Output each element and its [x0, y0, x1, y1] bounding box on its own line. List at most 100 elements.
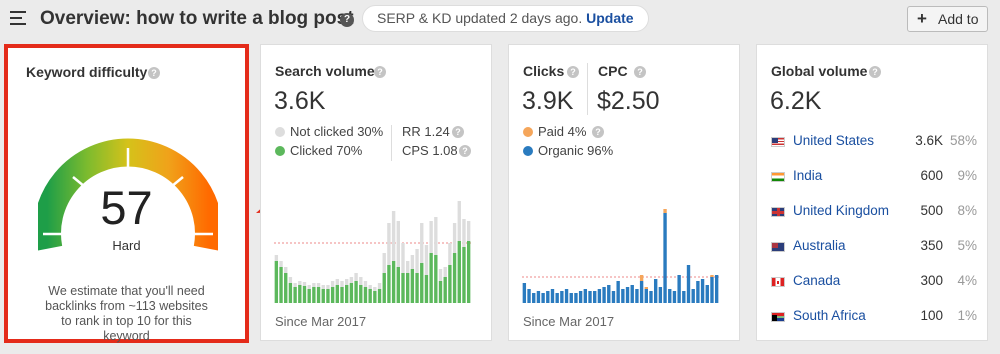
search-volume-bar-not-clicked[interactable] — [312, 283, 316, 287]
clicks-bar-organic[interactable] — [546, 291, 550, 303]
search-volume-bar-not-clicked[interactable] — [335, 279, 340, 285]
search-volume-bar-clicked[interactable] — [373, 291, 377, 303]
search-volume-bar-clicked[interactable] — [424, 275, 429, 303]
search-volume-bar-not-clicked[interactable] — [298, 281, 302, 285]
clicks-bar-organic[interactable] — [705, 285, 709, 303]
search-volume-bar-clicked[interactable] — [452, 253, 457, 303]
search-volume-bar-not-clicked[interactable] — [330, 281, 335, 287]
help-icon[interactable]: ? — [869, 66, 881, 78]
search-volume-bar-not-clicked[interactable] — [457, 201, 461, 241]
search-volume-bar-clicked[interactable] — [307, 289, 311, 303]
search-volume-bar-not-clicked[interactable] — [349, 277, 354, 283]
clicks-bar-organic[interactable] — [658, 287, 663, 303]
search-volume-bar-clicked[interactable] — [415, 273, 419, 303]
clicks-bar-organic[interactable] — [644, 289, 648, 303]
search-volume-bar-not-clicked[interactable] — [452, 223, 457, 253]
search-volume-bar-not-clicked[interactable] — [462, 219, 466, 247]
search-volume-bar-clicked[interactable] — [284, 273, 288, 303]
search-volume-bar-not-clicked[interactable] — [284, 267, 288, 273]
clicks-bar-organic[interactable] — [560, 291, 564, 303]
clicks-bar-organic[interactable] — [691, 289, 695, 303]
search-volume-bar-clicked[interactable] — [279, 267, 283, 303]
search-volume-bar-not-clicked[interactable] — [274, 255, 279, 261]
search-volume-bar-not-clicked[interactable] — [340, 281, 344, 287]
country-name[interactable]: Canada — [793, 273, 840, 288]
clicks-bar-organic[interactable] — [527, 289, 531, 303]
search-volume-bar-clicked[interactable] — [448, 265, 452, 303]
clicks-bar-organic[interactable] — [588, 291, 592, 303]
search-volume-bar-clicked[interactable] — [457, 241, 461, 303]
search-volume-bar-clicked[interactable] — [302, 286, 307, 303]
help-icon[interactable]: ? — [459, 145, 471, 157]
search-volume-bar-clicked[interactable] — [312, 287, 316, 303]
clicks-bar-organic[interactable] — [710, 277, 714, 303]
add-to-button[interactable]: + Add to — [907, 6, 988, 32]
search-volume-bar-not-clicked[interactable] — [316, 283, 321, 287]
search-volume-bar-not-clicked[interactable] — [279, 261, 283, 267]
clicks-bar-organic[interactable] — [555, 293, 559, 303]
search-volume-bar-not-clicked[interactable] — [448, 243, 452, 265]
clicks-bar-organic[interactable] — [583, 289, 588, 303]
search-volume-bar-not-clicked[interactable] — [396, 221, 400, 267]
clicks-bar-organic[interactable] — [653, 279, 658, 303]
clicks-bar-organic[interactable] — [532, 293, 536, 303]
country-name[interactable]: United States — [793, 133, 874, 148]
search-volume-bar-not-clicked[interactable] — [373, 287, 377, 291]
search-volume-bar-not-clicked[interactable] — [387, 223, 391, 265]
search-volume-bar-not-clicked[interactable] — [302, 282, 307, 286]
clicks-bar-organic[interactable] — [635, 289, 639, 303]
clicks-bar-organic[interactable] — [522, 283, 527, 303]
clicks-bar-organic[interactable] — [607, 285, 611, 303]
clicks-bar-organic[interactable] — [564, 289, 569, 303]
clicks-bar-organic[interactable] — [536, 291, 541, 303]
search-volume-bar-clicked[interactable] — [363, 287, 368, 303]
country-name[interactable]: India — [793, 168, 822, 183]
clicks-bar-organic[interactable] — [714, 275, 719, 303]
search-volume-bar-clicked[interactable] — [429, 253, 433, 303]
search-volume-bar-not-clicked[interactable] — [321, 285, 325, 289]
search-volume-bar-clicked[interactable] — [340, 287, 344, 303]
search-volume-bar-not-clicked[interactable] — [345, 279, 349, 285]
clicks-bar-organic[interactable] — [593, 291, 597, 303]
help-icon[interactable]: ? — [452, 126, 464, 138]
search-volume-bar-clicked[interactable] — [382, 273, 386, 303]
help-icon[interactable]: ? — [567, 66, 579, 78]
clicks-bar-organic[interactable] — [700, 279, 705, 303]
search-volume-bar-clicked[interactable] — [410, 269, 415, 303]
country-name[interactable]: Australia — [793, 238, 846, 253]
clicks-bar-organic[interactable] — [621, 289, 625, 303]
search-volume-bar-not-clicked[interactable] — [424, 245, 429, 275]
search-volume-bar-not-clicked[interactable] — [429, 221, 433, 253]
search-volume-bar-not-clicked[interactable] — [410, 255, 415, 269]
search-volume-bar-clicked[interactable] — [420, 263, 424, 303]
search-volume-bar-not-clicked[interactable] — [443, 267, 447, 277]
clicks-bar-organic[interactable] — [569, 293, 573, 303]
help-icon[interactable]: ? — [634, 66, 646, 78]
search-volume-bar-clicked[interactable] — [349, 283, 354, 303]
search-volume-bar-clicked[interactable] — [438, 281, 443, 303]
country-name[interactable]: United Kingdom — [793, 203, 889, 218]
search-volume-bar-clicked[interactable] — [293, 287, 297, 303]
search-volume-bar-not-clicked[interactable] — [401, 243, 405, 273]
search-volume-bar-not-clicked[interactable] — [466, 221, 471, 241]
search-volume-bar-not-clicked[interactable] — [415, 249, 419, 273]
search-volume-bar-clicked[interactable] — [466, 241, 471, 303]
clicks-bar-organic[interactable] — [630, 285, 634, 303]
help-icon[interactable]: ? — [592, 126, 604, 138]
search-volume-bar-clicked[interactable] — [401, 273, 405, 303]
search-volume-bar-not-clicked[interactable] — [307, 285, 311, 289]
clicks-bar-paid[interactable] — [663, 209, 667, 213]
search-volume-bar-clicked[interactable] — [345, 285, 349, 303]
search-volume-bar-not-clicked[interactable] — [420, 223, 424, 263]
search-volume-bar-not-clicked[interactable] — [326, 285, 330, 289]
clicks-bar-organic[interactable] — [649, 291, 653, 303]
clicks-bar-paid[interactable] — [710, 275, 714, 277]
search-volume-bar-clicked[interactable] — [377, 289, 382, 303]
clicks-bar-paid[interactable] — [639, 275, 644, 281]
help-icon[interactable]: ? — [374, 66, 386, 78]
country-name[interactable]: South Africa — [793, 308, 866, 323]
clicks-bar-organic[interactable] — [550, 289, 555, 303]
search-volume-bar-not-clicked[interactable] — [293, 283, 297, 287]
search-volume-bar-clicked[interactable] — [298, 285, 302, 303]
search-volume-bar-clicked[interactable] — [321, 289, 325, 303]
